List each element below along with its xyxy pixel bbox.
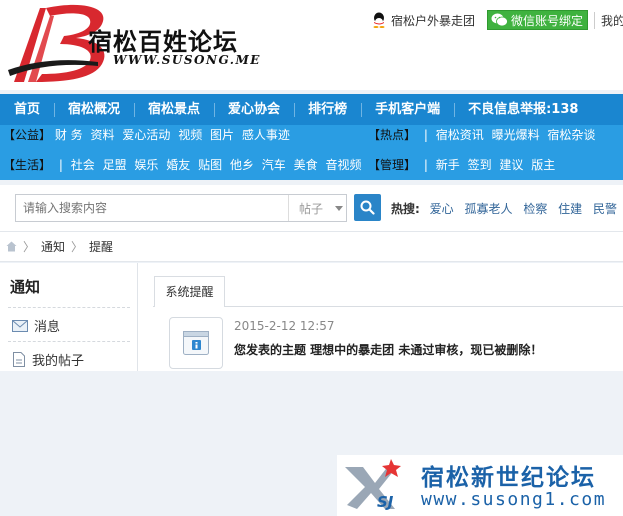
subnav-link[interactable]: 婚友	[166, 158, 190, 172]
subnav-group-label: 【管理】	[368, 158, 417, 172]
hot-search: 热搜: 爱心 孤寡老人 检察 住建 民警 医	[391, 200, 623, 217]
search-bar: 帖子 热搜: 爱心 孤寡老人 检察 住建 民警 医	[0, 185, 623, 231]
sidebar-divider	[8, 341, 130, 342]
subnav-link[interactable]: 贴图	[198, 158, 222, 172]
qq-penguin-icon	[373, 12, 385, 28]
nav-item-overview[interactable]: 宿松概况	[54, 94, 134, 125]
sidebar-item-my-posts[interactable]: 我的帖子	[12, 350, 84, 369]
wechat-bind-button[interactable]: 微信账号绑定	[487, 10, 589, 30]
nav-item-attractions[interactable]: 宿松景点	[134, 94, 214, 125]
site-logo-title[interactable]: 宿松百姓论坛	[88, 22, 238, 57]
notice-content: 系统提醒 2015-2-12 12:57 您发表的主题 理想中的暴走团 未通过审…	[139, 263, 623, 371]
sidebar-divider	[8, 307, 130, 308]
sidebar-title: 通知	[10, 278, 41, 296]
subnav-link[interactable]: 足盟	[103, 158, 127, 172]
notice-timestamp: 2015-2-12 12:57	[234, 319, 335, 333]
subnav-separator: |	[58, 158, 63, 172]
subnav-link[interactable]: 社会	[71, 158, 95, 172]
nav-item-mobile-app[interactable]: 手机客户端	[361, 94, 454, 125]
sidebar-item-messages[interactable]: 消息	[12, 316, 60, 335]
sidebar: 通知 消息 我的帖子	[0, 263, 138, 371]
subnav-group-admin: 【管理】 | 新手 签到 建议 版主	[368, 156, 559, 174]
sidebar-item-label: 我的帖子	[32, 354, 85, 369]
qq-group-link[interactable]: 宿松户外暴走团	[372, 12, 475, 29]
breadcrumb-item-reminder: 提醒	[89, 240, 114, 254]
sidebar-item-label: 消息	[34, 320, 61, 335]
hot-search-word[interactable]: 孤寡老人	[464, 202, 512, 216]
subnav-separator: |	[423, 158, 428, 172]
hot-search-word[interactable]: 民警	[593, 202, 617, 216]
breadcrumb-separator: 〉	[71, 240, 84, 254]
breadcrumb: 〉 通知 〉 提醒	[0, 231, 623, 262]
watermark-logo-text: SJ	[377, 493, 394, 511]
hot-search-word[interactable]: 检察	[523, 202, 547, 216]
nav-item-charity[interactable]: 爱心协会	[214, 94, 294, 125]
watermark-logo-icon: SJ	[345, 459, 401, 511]
home-icon[interactable]	[6, 241, 17, 252]
subnav-group-label: 【公益】	[3, 128, 52, 142]
nav-item-ranking[interactable]: 排行榜	[294, 94, 361, 125]
search-box: 帖子	[15, 194, 347, 222]
wechat-icon	[491, 13, 508, 27]
envelope-icon	[12, 319, 28, 332]
subnav-link[interactable]: 宿松资讯	[436, 128, 484, 142]
watermark-title: 宿松新世纪论坛	[421, 464, 596, 491]
header-user-links: 宿松户外暴走团 微信账号绑定 我的	[372, 10, 623, 30]
watermark-url: www.susong1.com	[421, 489, 607, 510]
qq-group-label: 宿松户外暴走团	[391, 13, 476, 28]
subnav-group-label: 【热点】	[368, 128, 417, 142]
subnav-link[interactable]: 版主	[531, 158, 555, 172]
system-notice-icon	[183, 331, 209, 355]
search-type-label: 帖子	[299, 201, 324, 216]
nav-item-report[interactable]: 不良信息举报:138	[454, 94, 592, 125]
notice-message: 您发表的主题 理想中的暴走团 未通过审核，现已被删除！	[234, 343, 543, 357]
tab-system-reminder[interactable]: 系统提醒	[154, 276, 225, 307]
subnav-link[interactable]: 签到	[468, 158, 492, 172]
subnav-group-public: 【公益】 财 务 资料 爱心活动 视频 图片 感人事迹	[3, 126, 294, 144]
subnav-link[interactable]: 宿松杂谈	[547, 128, 595, 142]
subnav-link[interactable]: 曝光爆料	[492, 128, 540, 142]
my-account-link[interactable]: 我的	[594, 11, 623, 29]
subnav-link[interactable]: 资料	[91, 128, 115, 142]
hot-search-word[interactable]: 住建	[558, 202, 582, 216]
system-notice-avatar	[169, 317, 223, 369]
subnav-link[interactable]: 感人事迹	[242, 128, 290, 142]
chevron-down-icon	[335, 205, 344, 211]
nav-item-home[interactable]: 首页	[0, 94, 54, 125]
search-type-select[interactable]: 帖子	[288, 195, 347, 221]
sub-nav: 【公益】 财 务 资料 爱心活动 视频 图片 感人事迹 【热点】 | 宿松资讯 …	[0, 125, 623, 180]
document-icon	[13, 352, 25, 367]
subnav-separator: |	[423, 128, 428, 142]
subnav-link[interactable]: 视频	[178, 128, 202, 142]
subnav-link[interactable]: 建议	[499, 158, 523, 172]
main-panel: 通知 消息 我的帖子 系统提醒 2015-2-12 12:57 您发表的主题 理…	[0, 263, 623, 371]
breadcrumb-separator: 〉	[23, 240, 36, 254]
subnav-link[interactable]: 爱心活动	[122, 128, 170, 142]
search-icon	[360, 200, 375, 215]
subnav-group-hot: 【热点】 | 宿松资讯 曝光爆料 宿松杂谈	[368, 126, 599, 144]
wechat-bind-label: 微信账号绑定	[511, 13, 584, 28]
subnav-link[interactable]: 他乡	[230, 158, 254, 172]
subnav-link[interactable]: 新手	[436, 158, 460, 172]
subnav-link[interactable]: 美食	[294, 158, 318, 172]
subnav-link[interactable]: 财 务	[55, 128, 83, 142]
main-nav: 首页 宿松概况 宿松景点 爱心协会 排行榜 手机客户端 不良信息举报:138	[0, 94, 623, 125]
subnav-link[interactable]: 娱乐	[134, 158, 158, 172]
watermark: SJ 宿松新世纪论坛 www.susong1.com	[337, 455, 623, 516]
subnav-group-life: 【生活】 | 社会 足盟 娱乐 婚友 贴图 他乡 汽车 美食 音视频	[3, 156, 365, 174]
subnav-link[interactable]: 音视频	[325, 158, 361, 172]
search-input[interactable]	[16, 195, 286, 221]
search-button[interactable]	[354, 194, 381, 221]
subnav-link[interactable]: 图片	[210, 128, 234, 142]
subnav-link[interactable]: 汽车	[262, 158, 286, 172]
hot-search-label: 热搜:	[391, 202, 420, 216]
hot-search-word[interactable]: 爱心	[430, 202, 454, 216]
site-header: 宿松百姓论坛 WWW.SUSONG.ME 宿松户外暴走团 微信账号绑定 我的	[0, 0, 623, 90]
subnav-group-label: 【生活】	[3, 158, 52, 172]
site-logo-url[interactable]: WWW.SUSONG.ME	[113, 53, 261, 67]
breadcrumb-item-notice[interactable]: 通知	[41, 238, 65, 255]
